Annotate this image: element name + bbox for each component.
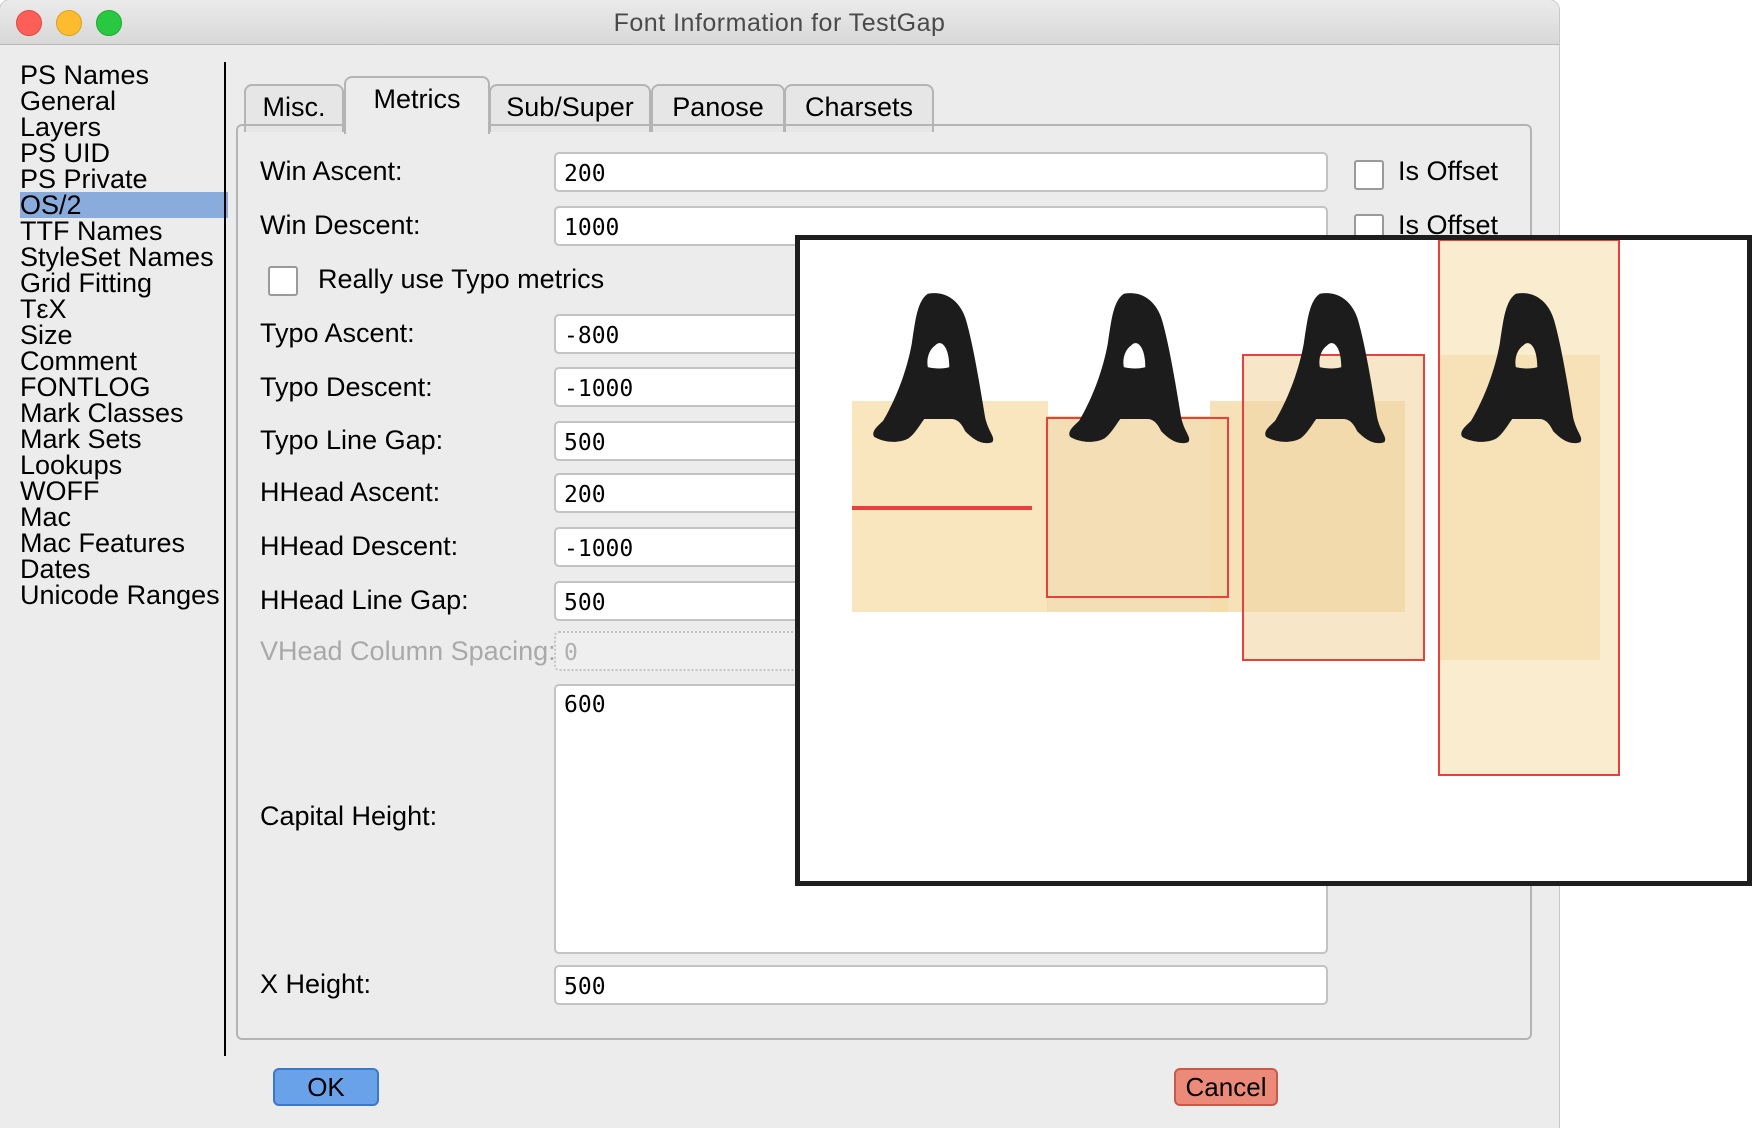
- win-ascent-is-offset-checkbox[interactable]: [1354, 160, 1384, 190]
- sidebar-item-ps-names[interactable]: PS Names: [20, 62, 220, 89]
- sidebar-item-dates[interactable]: Dates: [20, 556, 220, 583]
- sidebar-item-comment[interactable]: Comment: [20, 348, 220, 375]
- sidebar-item-fontlog[interactable]: FONTLOG: [20, 374, 220, 401]
- sidebar-item-woff[interactable]: WOFF: [20, 478, 220, 505]
- sidebar-item-ttf-names[interactable]: TTF Names: [20, 218, 220, 245]
- sidebar-item-mac-features[interactable]: Mac Features: [20, 530, 220, 557]
- win-ascent-field[interactable]: 200: [554, 152, 1328, 192]
- x-height-field[interactable]: 500: [554, 965, 1328, 1005]
- cancel-button[interactable]: Cancel: [1174, 1068, 1278, 1106]
- sidebar-item-os2[interactable]: OS/2: [20, 192, 228, 219]
- sidebar-item-size[interactable]: Size: [20, 322, 220, 349]
- sidebar-item-styleset-names[interactable]: StyleSet Names: [20, 244, 220, 271]
- capital-height-label: Capital Height:: [260, 801, 438, 831]
- title-bar: Font Information for TestGap: [0, 0, 1559, 45]
- tab-metrics[interactable]: Metrics: [344, 76, 490, 134]
- sidebar-divider: [224, 62, 226, 1056]
- sidebar-item-lookups[interactable]: Lookups: [20, 452, 220, 479]
- typo-line-gap-label: Typo Line Gap:: [260, 425, 444, 455]
- win-descent-label: Win Descent:: [260, 210, 421, 240]
- sidebar-item-mark-classes[interactable]: Mark Classes: [20, 400, 220, 427]
- sidebar-item-tex[interactable]: TεX: [20, 296, 220, 323]
- typo-ascent-label: Typo Ascent:: [260, 318, 415, 348]
- typo-descent-label: Typo Descent:: [260, 372, 433, 402]
- hhead-descent-label: HHead Descent:: [260, 531, 459, 561]
- sidebar-item-ps-private[interactable]: PS Private: [20, 166, 220, 193]
- really-use-typo-checkbox[interactable]: [268, 266, 298, 296]
- hhead-line-gap-label: HHead Line Gap:: [260, 585, 469, 615]
- metrics-preview-overlay: [795, 235, 1752, 886]
- metrics-preview-illustration: [852, 240, 1620, 776]
- x-height-label: X Height:: [260, 969, 372, 999]
- sidebar: PS Names General Layers PS UID PS Privat…: [20, 62, 228, 609]
- vhead-column-spacing-label: VHead Column Spacing:: [260, 636, 556, 666]
- ok-button[interactable]: OK: [273, 1068, 379, 1106]
- hhead-ascent-label: HHead Ascent:: [260, 477, 441, 507]
- sidebar-item-unicode-ranges[interactable]: Unicode Ranges: [20, 582, 220, 609]
- sidebar-item-mark-sets[interactable]: Mark Sets: [20, 426, 220, 453]
- sidebar-item-layers[interactable]: Layers: [20, 114, 220, 141]
- win-ascent-is-offset-label: Is Offset: [1398, 156, 1499, 186]
- win-ascent-label: Win Ascent:: [260, 156, 403, 186]
- glyph-2-highlight: [1047, 416, 1228, 612]
- sidebar-item-ps-uid[interactable]: PS UID: [20, 140, 220, 167]
- sidebar-item-general[interactable]: General: [20, 88, 220, 115]
- really-use-typo-label: Really use Typo metrics: [318, 264, 605, 294]
- window-title: Font Information for TestGap: [613, 9, 946, 37]
- sidebar-item-grid-fitting[interactable]: Grid Fitting: [20, 270, 220, 297]
- sidebar-item-mac[interactable]: Mac: [20, 504, 220, 531]
